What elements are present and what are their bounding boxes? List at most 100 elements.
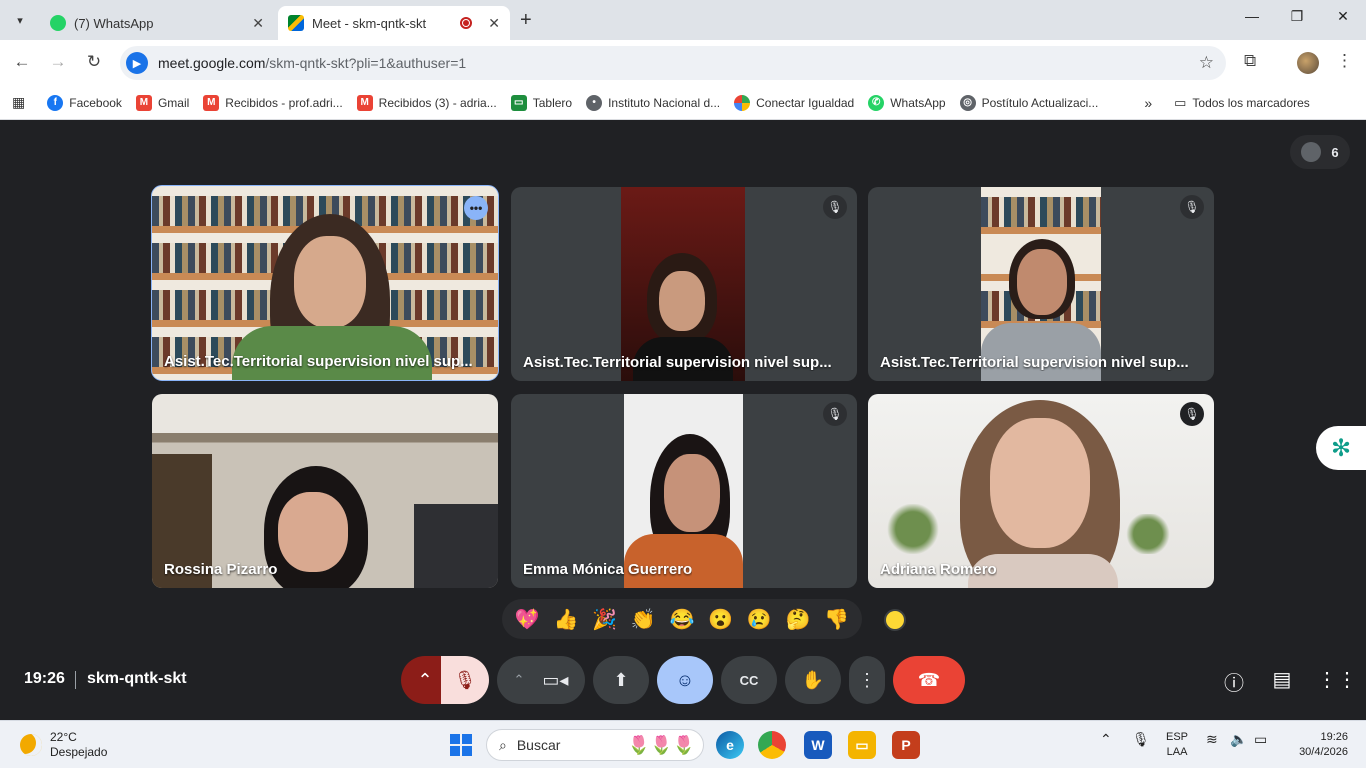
- tab-meet[interactable]: Meet - skm-qntk-skt ✕: [278, 6, 510, 40]
- bookmark-star-icon[interactable]: ☆: [1199, 53, 1214, 73]
- reaction-surprised[interactable]: 😮: [708, 607, 733, 632]
- reactions-bar: 💖 👍 🎉 👏 😂 😮 😢 🤔 👎: [502, 599, 862, 639]
- close-tab-icon[interactable]: ✕: [488, 15, 500, 32]
- bookmark-whatsapp[interactable]: ✆ WhatsApp: [868, 94, 946, 111]
- gmail-icon: M: [203, 94, 220, 111]
- reaction-thinking[interactable]: 🤔: [785, 607, 810, 632]
- mic-off-button[interactable]: 🎙: [441, 656, 489, 704]
- gmail-icon: M: [356, 94, 373, 111]
- chat-icon[interactable]: ▤: [1269, 667, 1295, 692]
- tab-title: Meet - skm-qntk-skt: [312, 15, 427, 31]
- present-screen-button[interactable]: ⬆: [593, 656, 649, 704]
- back-icon[interactable]: ←: [10, 52, 34, 72]
- bookmarks-bar: ▦ f Facebook M Gmail M Recibidos - prof.adr…: [0, 86, 1366, 120]
- reaction-sad[interactable]: 😢: [747, 607, 772, 632]
- skin-tone-picker[interactable]: [884, 609, 906, 631]
- search-icon: ⌕: [499, 736, 507, 753]
- meeting-info-icon[interactable]: ⓘ: [1221, 667, 1247, 696]
- language-indicator[interactable]: ESP LAA: [1166, 730, 1188, 760]
- browser-menu-icon[interactable]: ⋮: [1336, 51, 1353, 71]
- participant-name: Emma Mónica Guerrero: [523, 561, 693, 578]
- bookmark-conectar[interactable]: Conectar Igualdad: [734, 94, 854, 111]
- participant-tile[interactable]: ••• Asist.Tec.Territorial supervision ni…: [151, 185, 499, 381]
- show-hidden-icons-icon[interactable]: ⌃: [1100, 731, 1112, 748]
- restore-icon[interactable]: ❐: [1285, 8, 1309, 25]
- meet-site-icon[interactable]: ▶: [126, 52, 148, 74]
- close-window-icon[interactable]: ✕: [1331, 8, 1355, 25]
- bookmark-recibidos-1[interactable]: M Recibidos - prof.adri...: [203, 94, 343, 111]
- file-explorer-icon[interactable]: ▭: [848, 731, 876, 759]
- tab-strip: ▾ (7) WhatsApp ✕ Meet - skm-qntk-skt ✕ +…: [0, 0, 1366, 40]
- reactions-button[interactable]: ☺: [657, 656, 713, 704]
- volume-icon[interactable]: 🔈: [1230, 731, 1247, 748]
- participant-name: Adriana Romero: [880, 561, 997, 578]
- bookmark-gmail[interactable]: M Gmail: [135, 94, 189, 111]
- present-icon: ⬆: [613, 669, 629, 690]
- forward-icon[interactable]: →: [46, 52, 70, 72]
- participant-tile[interactable]: 🎙 Emma Mónica Guerrero: [511, 394, 857, 588]
- activities-grid-icon[interactable]: ⋮⋮: [1317, 667, 1357, 692]
- reaction-sparkling-heart[interactable]: 💖: [515, 607, 540, 632]
- participant-tile[interactable]: Rossina Pizarro: [152, 394, 498, 588]
- reload-icon[interactable]: ↻: [82, 52, 106, 72]
- bookmark-tablero[interactable]: ▭ Tablero: [510, 94, 572, 111]
- participant-tile[interactable]: 🎙 Asist.Tec.Territorial supervision nive…: [868, 187, 1214, 381]
- mic-off-icon: 🎙: [823, 195, 847, 219]
- extensions-icon[interactable]: ⧉: [1244, 51, 1256, 71]
- reaction-laugh[interactable]: 😂: [670, 607, 695, 632]
- participant-tile[interactable]: 🎙 Adriana Romero: [868, 394, 1214, 588]
- video-feed: [152, 186, 498, 380]
- tab-whatsapp[interactable]: (7) WhatsApp ✕: [40, 6, 274, 40]
- close-tab-icon[interactable]: ✕: [252, 15, 264, 32]
- bookmark-instituto[interactable]: • Instituto Nacional d...: [586, 94, 720, 111]
- video-feed: [152, 394, 498, 588]
- reaction-thumbs-up[interactable]: 👍: [554, 607, 579, 632]
- raise-hand-button[interactable]: ✋: [785, 656, 841, 704]
- meet-main: 6 ••• Asist.Tec.Territorial supervision …: [0, 121, 1366, 720]
- video-options-chevron-icon[interactable]: ⌃: [514, 672, 525, 688]
- tab-search-chevron-icon[interactable]: ▾: [8, 8, 32, 32]
- camera-button[interactable]: ⌃ ▭◂: [497, 656, 585, 704]
- participant-tile[interactable]: 🎙 Asist.Tec.Territorial supervision nive…: [511, 187, 857, 381]
- more-options-icon[interactable]: •••: [464, 196, 488, 220]
- minimize-icon[interactable]: —: [1240, 8, 1264, 24]
- participant-name: Rossina Pizarro: [164, 561, 278, 578]
- address-bar[interactable]: ▶ meet.google.com/skm-qntk-skt?pli=1&aut…: [120, 46, 1226, 80]
- reaction-thumbs-down[interactable]: 👎: [824, 607, 849, 632]
- video-feed: [981, 187, 1101, 381]
- reaction-clap[interactable]: 👏: [631, 607, 656, 632]
- microphone-icon[interactable]: 🎙: [1132, 731, 1150, 748]
- bookmark-postitulo[interactable]: ◎ Postítulo Actualizaci...: [959, 94, 1098, 111]
- camera-icon: ▭◂: [542, 669, 569, 690]
- apps-grid-icon[interactable]: ▦: [12, 94, 25, 111]
- chrome-icon[interactable]: [758, 731, 786, 759]
- participant-name: Asist.Tec.Territorial supervision nivel …: [523, 354, 832, 371]
- participants-chip[interactable]: 6: [1290, 135, 1350, 169]
- start-button[interactable]: [450, 734, 472, 756]
- leave-call-button[interactable]: ☎: [893, 656, 965, 704]
- bookmark-facebook[interactable]: f Facebook: [47, 94, 122, 111]
- gmail-icon: M: [135, 94, 152, 111]
- gemini-sidebar-icon[interactable]: ✻: [1316, 426, 1366, 470]
- recording-icon: [460, 17, 473, 29]
- all-bookmarks-label[interactable]: Todos los marcadores: [1192, 96, 1309, 110]
- weather-widget[interactable]: 22°C Despejado: [20, 730, 107, 760]
- captions-button[interactable]: CC: [721, 656, 777, 704]
- bookmark-recibidos-2[interactable]: M Recibidos (3) - adria...: [356, 94, 497, 111]
- edge-icon[interactable]: e: [716, 731, 744, 759]
- battery-icon[interactable]: ▭: [1254, 731, 1267, 748]
- participant-name: Asist.Tec.Territorial supervision nivel …: [880, 354, 1189, 371]
- powerpoint-icon[interactable]: P: [892, 731, 920, 759]
- word-icon[interactable]: W: [804, 731, 832, 759]
- system-clock[interactable]: 19:26 30/4/2026: [1288, 730, 1348, 760]
- taskbar-search[interactable]: ⌕ Buscar 🌷🌷🌷: [486, 729, 704, 761]
- reaction-party[interactable]: 🎉: [592, 607, 617, 632]
- hand-icon: ✋: [801, 669, 825, 690]
- profile-avatar[interactable]: [1297, 52, 1319, 74]
- avatar: [1301, 142, 1322, 162]
- new-tab-icon[interactable]: +: [520, 9, 532, 32]
- wifi-icon[interactable]: ≋: [1206, 731, 1218, 748]
- mic-off-icon: 🎙: [453, 669, 477, 690]
- more-options-button[interactable]: ⋮: [849, 656, 885, 704]
- more-bookmarks-icon[interactable]: »: [1144, 95, 1152, 111]
